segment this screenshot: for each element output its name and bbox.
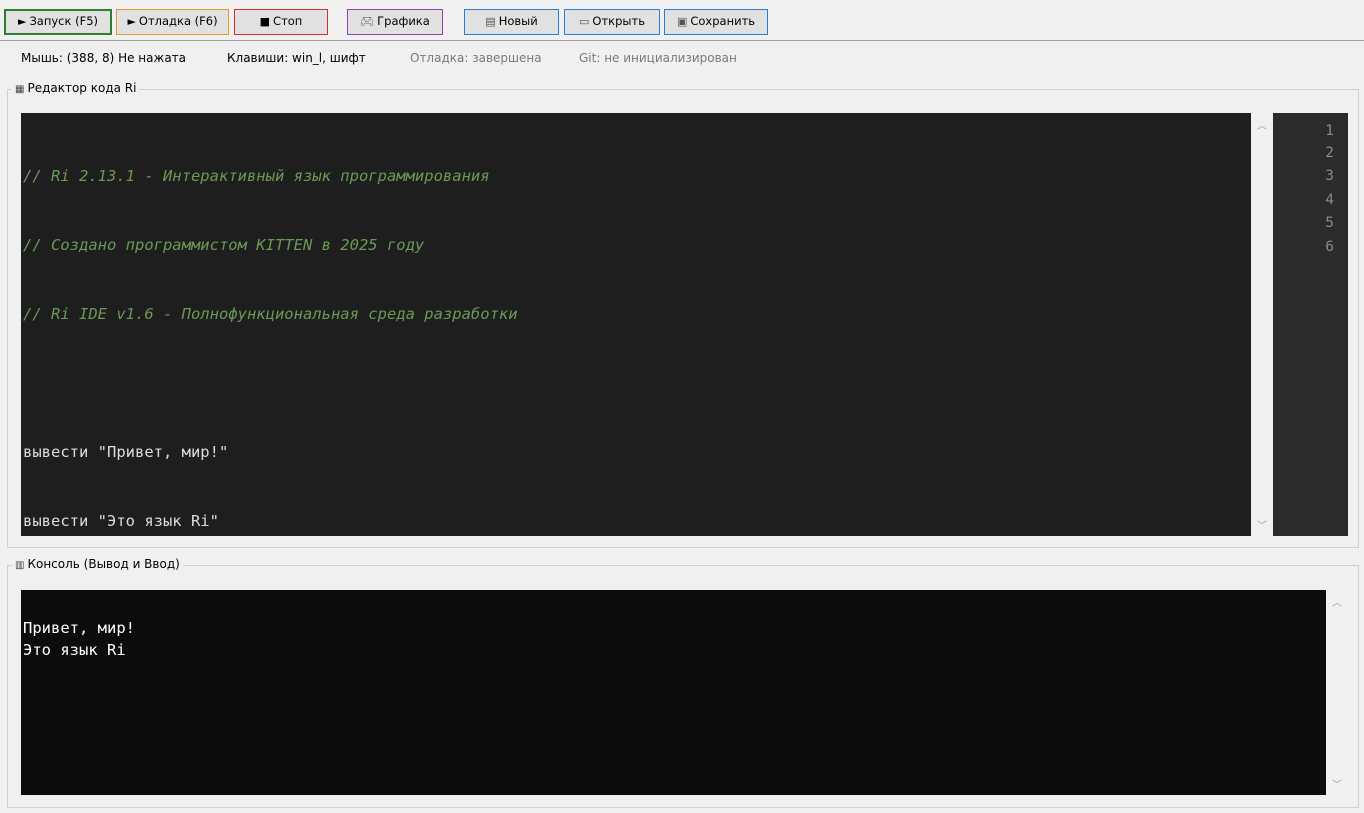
editor-group-title: ▦ Редактор кода Ri xyxy=(12,81,140,95)
play-icon: ► xyxy=(17,15,27,28)
scroll-down-icon[interactable]: ﹀ xyxy=(1251,517,1273,532)
git-status: Git: не инициализирован xyxy=(579,51,737,65)
console-icon: ▥ xyxy=(15,560,25,571)
folder-open-icon: ▭ xyxy=(579,15,590,28)
open-button[interactable]: ▭ Открыть xyxy=(564,9,660,35)
new-button-label: Новый xyxy=(498,14,538,28)
line-number: 2 xyxy=(1325,145,1334,161)
open-button-label: Открыть xyxy=(592,14,645,28)
new-button[interactable]: ▤ Новый xyxy=(464,9,559,35)
debug-status: Отладка: завершена xyxy=(410,51,542,65)
line-number: 3 xyxy=(1325,168,1334,184)
toolbar: ► Запуск (F5) ► Отладка (F6) ■ Стоп 🎮︎ Графи… xyxy=(0,0,1364,42)
graphics-button-label: Графика xyxy=(377,14,430,28)
code-line: вывести "Привет, мир!" xyxy=(23,443,229,461)
code-line: // Ri IDE v1.6 - Полнофункциональная сре… xyxy=(23,305,518,323)
line-number: 5 xyxy=(1325,215,1334,231)
gamepad-icon: 🎮︎ xyxy=(360,15,375,28)
console-title-text: Консоль (Вывод и Ввод) xyxy=(27,557,180,571)
save-disk-icon: ▣ xyxy=(676,15,688,28)
debug-button-label: Отладка (F6) xyxy=(138,14,218,28)
console-scrollbar[interactable]: ︿ ﹀ xyxy=(1326,590,1348,795)
play-icon: ► xyxy=(127,15,136,28)
mouse-status: Мышь: (388, 8) Не нажата xyxy=(21,51,187,65)
code-line: // Создано программистом KITTEN в 2025 г… xyxy=(23,236,425,254)
editor-scrollbar[interactable]: ︿ ﹀ xyxy=(1251,113,1273,536)
graphics-button[interactable]: 🎮︎ Графика xyxy=(347,9,443,35)
new-file-icon: ▤ xyxy=(485,15,496,28)
stop-button-label: Стоп xyxy=(273,14,303,28)
run-button-label: Запуск (F5) xyxy=(29,14,99,28)
status-bar: Мышь: (388, 8) Не нажата Клавиши: win_l,… xyxy=(0,44,1364,66)
run-button[interactable]: ► Запуск (F5) xyxy=(4,9,112,35)
keys-status: Клавиши: win_l, шифт xyxy=(227,51,366,65)
line-number: 4 xyxy=(1325,192,1334,208)
save-button[interactable]: ▣ Сохранить xyxy=(664,9,768,35)
line-number: 6 xyxy=(1325,239,1334,255)
stop-button[interactable]: ■ Стоп xyxy=(234,9,328,35)
scroll-up-icon[interactable]: ︿ xyxy=(1326,594,1348,609)
console-text[interactable]: Привет, мир! Это язык Ri xyxy=(23,617,135,661)
save-button-label: Сохранить xyxy=(690,14,756,28)
code-text[interactable]: // Ri 2.13.1 - Интерактивный язык програ… xyxy=(23,119,518,579)
line-number-gutter: 1 2 3 4 5 6 xyxy=(1273,113,1348,536)
stop-square-icon: ■ xyxy=(259,15,271,28)
debug-button[interactable]: ► Отладка (F6) xyxy=(116,9,229,35)
scroll-down-icon[interactable]: ﹀ xyxy=(1326,776,1348,791)
console-group-title: ▥ Консоль (Вывод и Ввод) xyxy=(12,557,183,571)
code-line: // Ri 2.13.1 - Интерактивный язык програ… xyxy=(23,167,490,185)
editor-title-text: Редактор кода Ri xyxy=(27,81,137,95)
toolbar-divider xyxy=(0,40,1364,41)
code-editor[interactable]: // Ri 2.13.1 - Интерактивный язык програ… xyxy=(21,113,1251,536)
console-output[interactable]: Привет, мир! Это язык Ri xyxy=(21,590,1326,795)
code-line: вывести "Это язык Ri" xyxy=(23,512,219,530)
scroll-up-icon[interactable]: ︿ xyxy=(1251,117,1273,132)
edit-document-icon: ▦ xyxy=(15,84,25,95)
code-line: ​ xyxy=(23,372,518,395)
line-number: 1 xyxy=(1325,123,1334,139)
